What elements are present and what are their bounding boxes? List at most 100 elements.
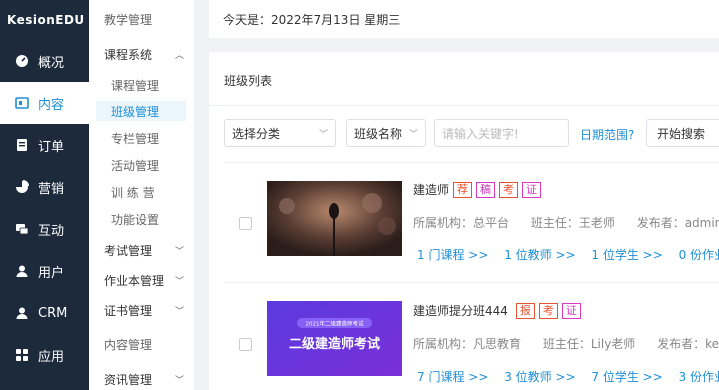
search-button[interactable]: 开始搜索 <box>646 119 719 147</box>
teacher-text: 班主任：Lily老师 <box>542 337 636 351</box>
apps-icon <box>15 348 29 362</box>
input-placeholder: 请输入关键字! <box>442 126 519 141</box>
class-thumbnail[interactable]: 2021年二级建造师考试 二级建造师考试 <box>267 301 402 376</box>
submenu-label: 教学管理 <box>104 12 153 27</box>
teachers-link[interactable]: 3 位教师 >> <box>504 370 575 384</box>
class-meta: 所属机构：总平台 班主任：王老师 发布者：admin <box>413 214 719 231</box>
tag-certificate: 证 <box>561 302 581 319</box>
nav-label: 应用 <box>38 349 65 365</box>
class-stats: 7 门课程 >> 3 位教师 >> 7 位学生 >> 3 份作业 >> <box>417 368 719 385</box>
nav-item-crm[interactable]: CRM <box>0 292 89 334</box>
submenu-content[interactable]: 内容管理 <box>104 334 184 354</box>
category-select[interactable]: 选择分类 ﹀ <box>224 119 336 147</box>
top-bar: 今天是：2022年7月13日 星期三 <box>209 0 719 38</box>
submenu-course-system[interactable]: 课程系统 ︿ <box>104 44 184 64</box>
chevron-down-icon: ﹀ <box>318 129 328 140</box>
submenu-item-camp[interactable]: 训 练 营 <box>111 182 155 202</box>
submenu-homework[interactable]: 作业本管理 ﹀ <box>104 270 184 290</box>
homework-link[interactable]: 3 份作业 >> <box>679 370 719 384</box>
marketing-icon <box>15 180 29 194</box>
chevron-down-icon: ﹀ <box>174 246 184 257</box>
submenu-certificate[interactable]: 证书管理 ﹀ <box>104 300 184 320</box>
submenu-label: 作业本管理 <box>104 273 165 288</box>
publisher-text: 发布者：kesion <box>657 337 719 351</box>
tag-draft: 稿 <box>476 181 496 198</box>
submenu-label: 课程系统 <box>104 47 153 62</box>
keyword-input[interactable]: 请输入关键字! <box>434 119 569 147</box>
banner-main-text: 二级建造师考试 <box>289 336 380 352</box>
students-link[interactable]: 1 位学生 >> <box>591 248 662 262</box>
class-name[interactable]: 建造师提分班444 <box>413 302 508 319</box>
select-value: 选择分类 <box>232 126 281 141</box>
content-icon <box>15 96 29 110</box>
dashboard-icon <box>15 54 29 68</box>
banner-top-text: 2021年二级建造师考试 <box>306 320 364 328</box>
tag-apply: 报 <box>515 302 535 319</box>
courses-link[interactable]: 7 门课程 >> <box>417 370 488 384</box>
submenu-exam[interactable]: 考试管理 ﹀ <box>104 240 184 260</box>
nav-item-apps[interactable]: 应用 <box>0 334 89 376</box>
class-list-panel: 班级列表 选择分类 ﹀ 班级名称 ﹀ 请输入关键字! 日期范围? 开始搜索 建造… <box>209 52 719 390</box>
date-range-link[interactable]: 日期范围? <box>580 126 634 143</box>
nav-label: 订单 <box>38 139 65 155</box>
submenu-label: 资讯管理 <box>104 372 153 387</box>
order-icon <box>15 138 29 152</box>
divider <box>224 282 719 283</box>
chevron-down-icon: ﹀ <box>174 375 184 386</box>
submenu-item-activity[interactable]: 活动管理 <box>111 155 159 175</box>
chevron-down-icon: ﹀ <box>408 129 418 140</box>
submenu-label: 证书管理 <box>104 303 153 318</box>
nav-item-overview[interactable]: 概况 <box>0 40 89 82</box>
tag-exam: 考 <box>538 302 558 319</box>
submenu-news[interactable]: 资讯管理 ﹀ <box>104 369 184 389</box>
submenu-teaching[interactable]: 教学管理 <box>104 9 184 29</box>
divider <box>209 105 719 106</box>
crm-icon <box>15 306 29 320</box>
nav-item-interaction[interactable]: 互动 <box>0 208 89 250</box>
class-stats: 1 门课程 >> 1 位教师 >> 1 位学生 >> 0 份作业 >> <box>417 246 719 263</box>
submenu-item-course[interactable]: 课程管理 <box>111 75 159 95</box>
teachers-link[interactable]: 1 位教师 >> <box>504 248 575 262</box>
nav-item-users[interactable]: 用户 <box>0 250 89 292</box>
divider <box>224 162 719 163</box>
nav-label: 概况 <box>38 55 65 71</box>
nav-item-orders[interactable]: 订单 <box>0 124 89 166</box>
brand-logo: KesionEDU <box>7 13 85 27</box>
class-thumbnail[interactable] <box>267 181 402 256</box>
org-text: 所属机构：凡思教育 <box>413 337 522 351</box>
publisher-text: 发布者：admin <box>636 216 719 230</box>
homework-link[interactable]: 0 份作业 >> <box>679 248 719 262</box>
students-link[interactable]: 7 位学生 >> <box>591 370 662 384</box>
submenu-label: 考试管理 <box>104 243 153 258</box>
nav-label: 内容 <box>38 97 65 113</box>
field-select[interactable]: 班级名称 ﹀ <box>346 119 426 147</box>
exam-banner-icon: 2021年二级建造师考试 二级建造师考试 <box>267 301 402 376</box>
user-icon <box>15 264 29 278</box>
teacher-text: 班主任：王老师 <box>530 216 615 230</box>
submenu-item-settings[interactable]: 功能设置 <box>111 209 159 229</box>
tag-certificate: 证 <box>522 181 542 198</box>
date-text: 今天是：2022年7月13日 星期三 <box>223 12 401 27</box>
chevron-down-icon: ﹀ <box>174 276 184 287</box>
submenu-item-class[interactable]: 班级管理 <box>96 101 186 121</box>
nav-label: 营销 <box>38 181 65 197</box>
row-checkbox[interactable] <box>239 217 252 230</box>
page-title: 班级列表 <box>224 74 273 88</box>
nav-item-marketing[interactable]: 营销 <box>0 166 89 208</box>
nav-item-content[interactable]: 内容 <box>0 82 89 124</box>
chevron-down-icon: ﹀ <box>174 306 184 317</box>
row-checkbox[interactable] <box>239 338 252 351</box>
chat-icon <box>15 222 29 236</box>
tag-exam: 考 <box>499 181 519 198</box>
class-title: 建造师提分班444 报 考 证 <box>413 302 581 319</box>
nav-label: 互动 <box>38 223 65 239</box>
class-title: 建造师 荐 稿 考 证 <box>413 181 542 198</box>
org-text: 所属机构：总平台 <box>413 216 510 230</box>
submenu-item-column[interactable]: 专栏管理 <box>111 128 159 148</box>
class-name[interactable]: 建造师 <box>413 181 449 198</box>
courses-link[interactable]: 1 门课程 >> <box>417 248 488 262</box>
chevron-up-icon: ︿ <box>174 50 184 61</box>
content-submenu: 教学管理 课程系统 ︿ 课程管理 班级管理 专栏管理 活动管理 训 练 营 功能… <box>89 0 194 390</box>
main-sidebar: KesionEDU 概况 内容 订单 营销 互动 用户 CRM 应用 <box>0 0 89 390</box>
submenu-label: 内容管理 <box>104 337 153 352</box>
